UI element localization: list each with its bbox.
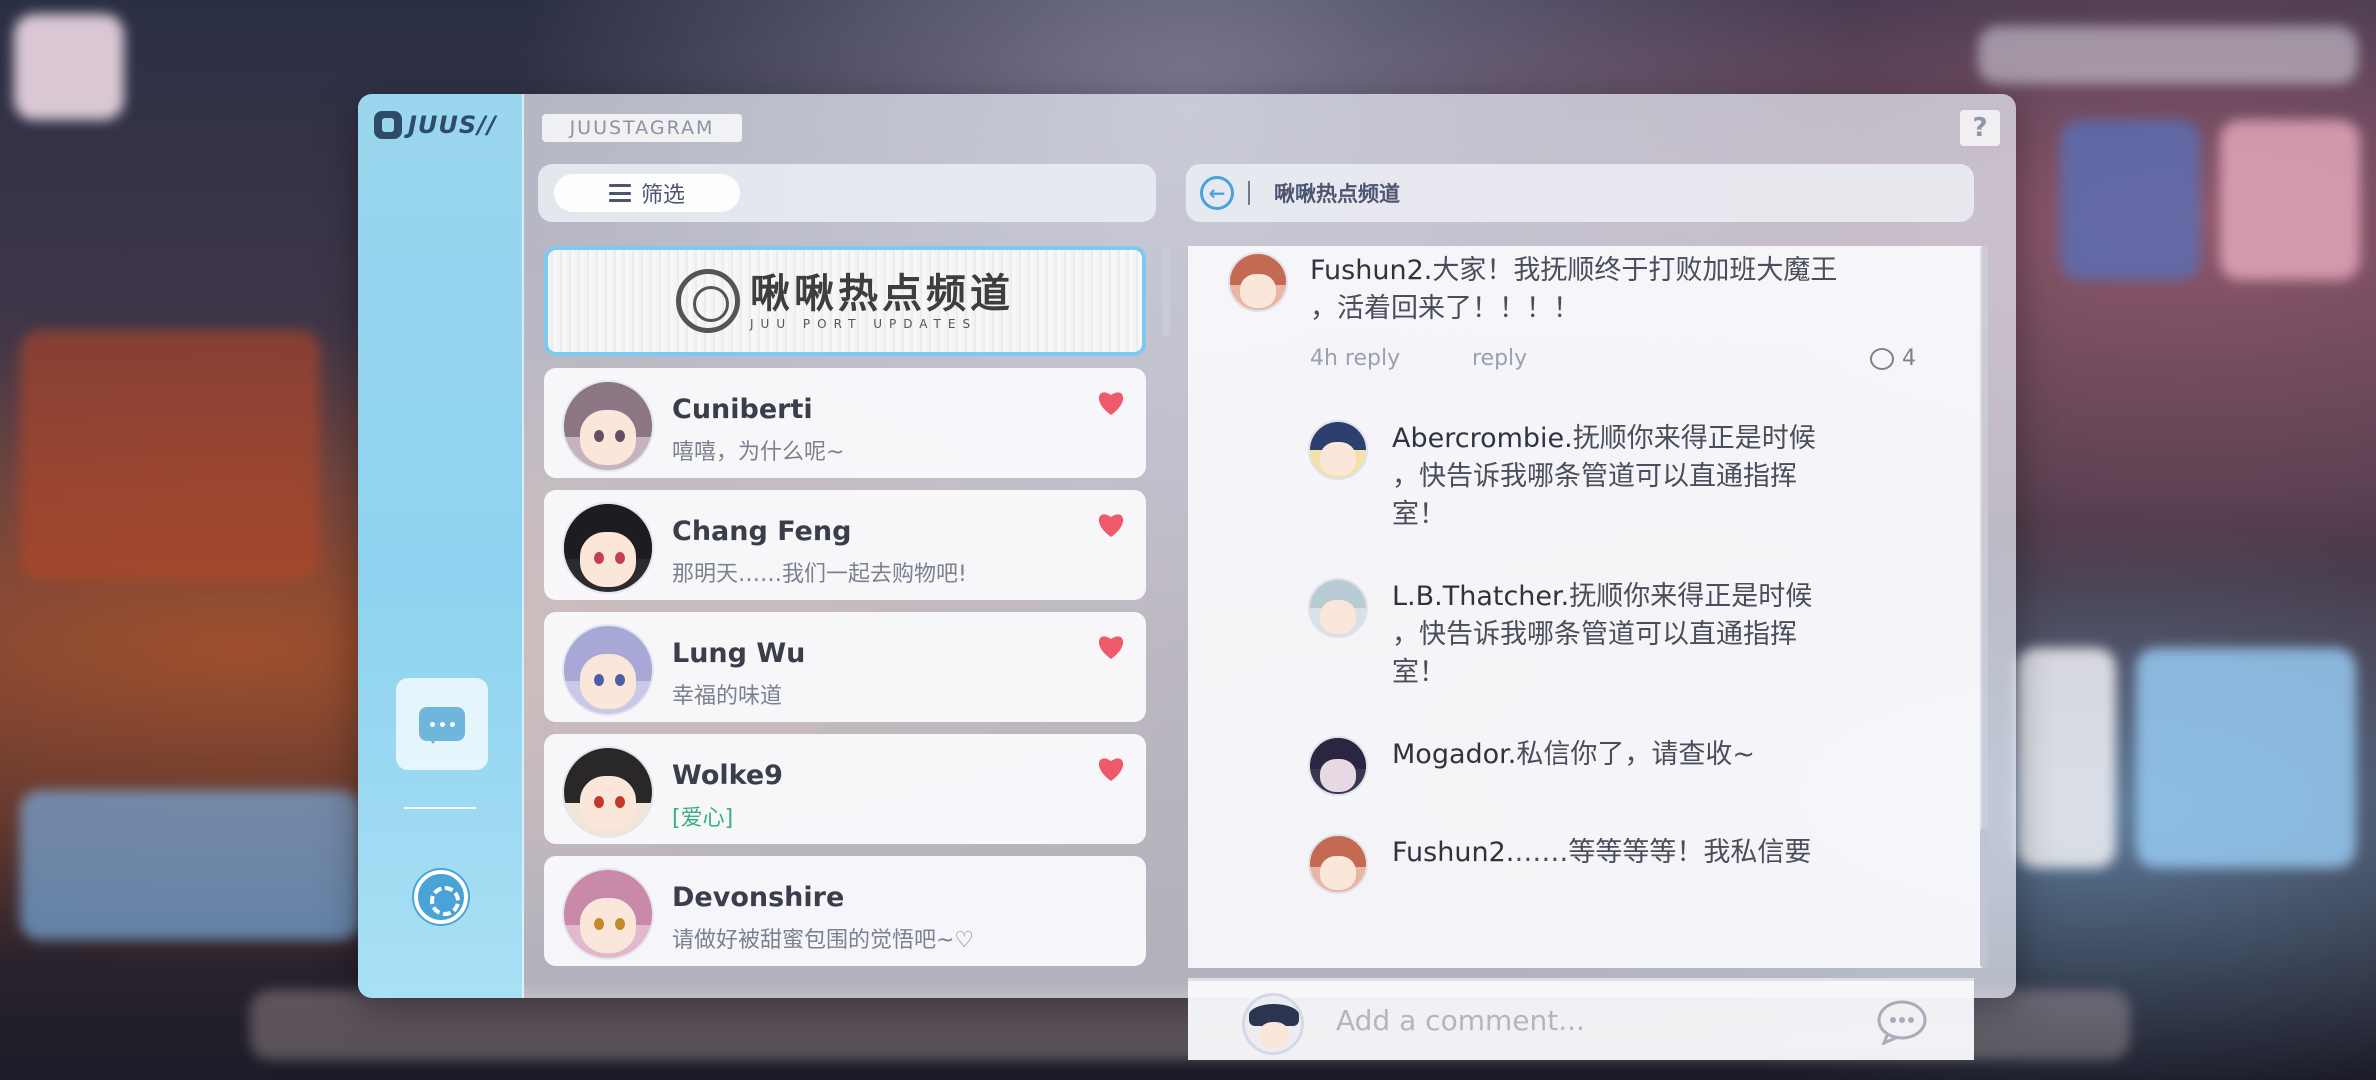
comment-bar bbox=[1188, 978, 1974, 1060]
bg-card-left bbox=[20, 790, 360, 940]
header-separator bbox=[1248, 181, 1250, 205]
comment-count-value: 4 bbox=[1902, 346, 1916, 371]
avatar bbox=[1308, 578, 1368, 638]
reply-line: 室！ bbox=[1392, 657, 1446, 688]
comment-count[interactable]: 4 bbox=[1870, 346, 1916, 371]
thread-scrollbar-thumb[interactable] bbox=[1980, 828, 1988, 968]
avatar bbox=[1308, 736, 1368, 796]
avatar bbox=[1308, 420, 1368, 480]
bg-card-right-1 bbox=[2016, 648, 2116, 868]
post-time: 4h reply bbox=[1310, 346, 1401, 371]
reply-line: 室！ bbox=[1392, 499, 1446, 530]
reply-text: L.B.Thatcher.抚顺你来得正是时候 ，快告诉我哪条管道可以直通指挥 室… bbox=[1392, 578, 1852, 692]
comment-input[interactable] bbox=[1336, 995, 1876, 1045]
reply-author: L.B.Thatcher. bbox=[1392, 581, 1570, 612]
reply-line: 私信你了，请查收~ bbox=[1516, 739, 1755, 770]
reply-text: Mogador.私信你了，请查收~ bbox=[1392, 736, 1852, 774]
reply-line: ，快告诉我哪条管道可以直通指挥 bbox=[1392, 461, 1797, 492]
post-text: Fushun2.大家！我抚顺终于打败加班大魔王 ，活着回来了！！！！ bbox=[1310, 252, 1870, 328]
bg-portrait-right-2 bbox=[2220, 120, 2360, 280]
bg-portrait-right-1 bbox=[2060, 120, 2200, 280]
avatar bbox=[1242, 993, 1304, 1055]
comment-bubble-icon bbox=[1870, 347, 1894, 370]
reply-button[interactable]: reply bbox=[1472, 346, 1527, 371]
avatar bbox=[1308, 834, 1368, 894]
bg-top-right-menu bbox=[1978, 26, 2358, 84]
reply-author: Mogador. bbox=[1392, 739, 1517, 770]
post-author: Fushun2. bbox=[1310, 255, 1433, 286]
bg-card-right-2 bbox=[2136, 648, 2356, 868]
reply-author: Fushun2. bbox=[1392, 837, 1515, 868]
send-comment-icon[interactable] bbox=[1876, 999, 1928, 1045]
post-text-line2: ，活着回来了！！！！ bbox=[1310, 293, 1580, 324]
reply-text: Abercrombie.抚顺你来得正是时候 ，快告诉我哪条管道可以直通指挥 室！ bbox=[1392, 420, 1852, 534]
back-arrow-icon[interactable]: ← bbox=[1200, 176, 1234, 210]
reply-line: ，快告诉我哪条管道可以直通指挥 bbox=[1392, 619, 1797, 650]
reply-line: 抚顺你来得正是时候 bbox=[1569, 581, 1813, 612]
reply-line: 抚顺你来得正是时候 bbox=[1572, 423, 1816, 454]
reply-author: Abercrombie. bbox=[1392, 423, 1573, 454]
post-panel: ← 啾啾热点频道 Fushun2.大家！我抚顺终于打败加班大魔王 ，活着回来了！… bbox=[358, 94, 2016, 1060]
bg-shrine-left bbox=[20, 330, 320, 580]
post-header-title: 啾啾热点频道 bbox=[1274, 182, 1400, 206]
post-text-line1: 大家！我抚顺终于打败加班大魔王 bbox=[1432, 255, 1838, 286]
avatar bbox=[1228, 252, 1288, 312]
comment-thread: Fushun2.大家！我抚顺终于打败加班大魔王 ，活着回来了！！！！ 4h re… bbox=[1188, 246, 1982, 968]
reply-line: ……等等等等！我私信要 bbox=[1514, 837, 1812, 868]
bg-avatar-topleft bbox=[14, 14, 124, 120]
post-header: ← 啾啾热点频道 bbox=[1186, 164, 1974, 222]
reply-text: Fushun2.……等等等等！我私信要 bbox=[1392, 834, 1852, 872]
